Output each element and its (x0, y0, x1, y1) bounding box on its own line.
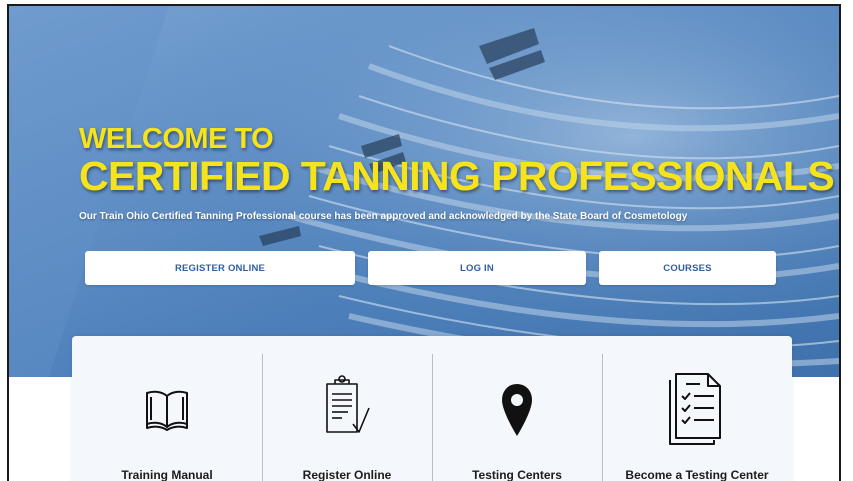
log-in-button[interactable]: LOG IN (368, 251, 586, 285)
feature-become-testing-center[interactable]: Become a Testing Center (602, 336, 792, 481)
map-pin-icon (500, 382, 534, 443)
open-book-icon (143, 388, 191, 437)
checklist-document-icon (666, 370, 728, 451)
feature-label: Become a Testing Center (625, 468, 769, 481)
courses-button[interactable]: COURSES (599, 251, 776, 285)
welcome-heading: WELCOME TO (79, 123, 274, 155)
feature-testing-centers[interactable]: Testing Centers (432, 336, 602, 481)
hero-banner: WELCOME TO CERTIFIED TANNING PROFESSIONA… (9, 6, 839, 377)
features-panel: Training Manual Register Online Testing … (72, 336, 792, 481)
hero-subtitle: Our Train Ohio Certified Tanning Profess… (79, 211, 688, 222)
feature-label: Testing Centers (472, 468, 562, 481)
feature-register-online[interactable]: Register Online (262, 336, 432, 481)
feature-label: Training Manual (121, 468, 213, 481)
register-online-button[interactable]: REGISTER ONLINE (85, 251, 355, 285)
page-frame: WELCOME TO CERTIFIED TANNING PROFESSIONA… (0, 0, 853, 481)
clipboard-check-icon (323, 374, 371, 441)
page-title: CERTIFIED TANNING PROFESSIONALS (79, 153, 835, 199)
feature-label: Register Online (302, 468, 392, 481)
feature-training-manual[interactable]: Training Manual (72, 336, 262, 481)
browser-viewport: WELCOME TO CERTIFIED TANNING PROFESSIONA… (7, 4, 841, 481)
hero-heading-group: WELCOME TO CERTIFIED TANNING PROFESSIONA… (79, 123, 835, 199)
